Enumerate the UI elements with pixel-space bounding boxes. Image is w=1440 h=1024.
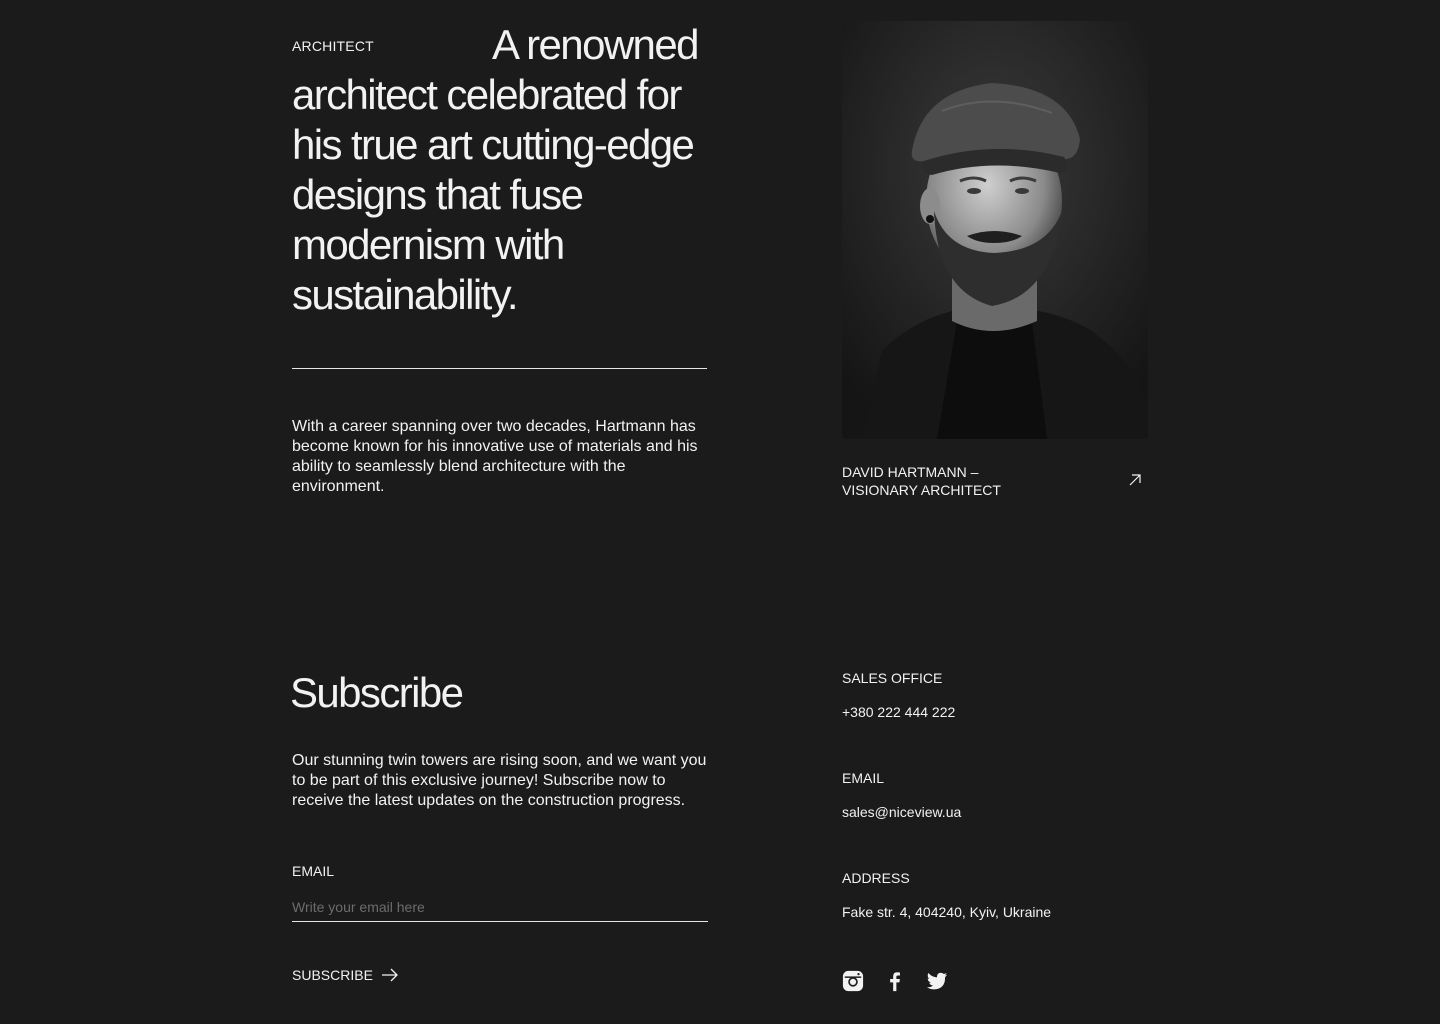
social-links xyxy=(842,970,948,992)
subscribe-title: Subscribe xyxy=(290,669,464,716)
instagram-icon[interactable] xyxy=(842,970,864,992)
sales-phone[interactable]: +380 222 444 222 xyxy=(842,704,955,720)
caption-role: VISIONARY ARCHITECT xyxy=(842,482,1001,498)
subscribe-button-label: SUBSCRIBE xyxy=(292,967,373,983)
portrait-illustration xyxy=(842,21,1148,439)
architect-portrait xyxy=(842,21,1148,439)
email-field[interactable] xyxy=(292,893,708,922)
arrow-right-icon xyxy=(381,968,398,982)
address-value: Fake str. 4, 404240, Kyiv, Ukraine xyxy=(842,904,1052,920)
architect-headline: A renowned architect celebrated for his … xyxy=(292,21,699,318)
twitter-icon[interactable] xyxy=(926,970,948,992)
arrow-up-right-icon[interactable] xyxy=(1127,472,1143,488)
sales-office-label: SALES OFFICE xyxy=(842,670,943,686)
career-text: With a career spanning over two decades,… xyxy=(292,418,698,495)
page: ARCHITECT A renowned architect celebrate… xyxy=(0,0,1440,1024)
subscribe-button[interactable]: SUBSCRIBE xyxy=(292,964,399,986)
divider xyxy=(292,368,707,369)
facebook-icon[interactable] xyxy=(884,970,906,992)
portrait-caption: DAVID HARTMANN – VISIONARY ARCHITECT xyxy=(842,463,1148,499)
contact-email[interactable]: sales@niceview.ua xyxy=(842,804,961,820)
contact-email-label: EMAIL xyxy=(842,770,885,786)
caption-name: DAVID HARTMANN – xyxy=(842,464,979,480)
address-label: ADDRESS xyxy=(842,870,910,886)
email-field-label: EMAIL xyxy=(292,863,335,879)
subscribe-text: Our stunning twin towers are rising soon… xyxy=(292,752,707,809)
